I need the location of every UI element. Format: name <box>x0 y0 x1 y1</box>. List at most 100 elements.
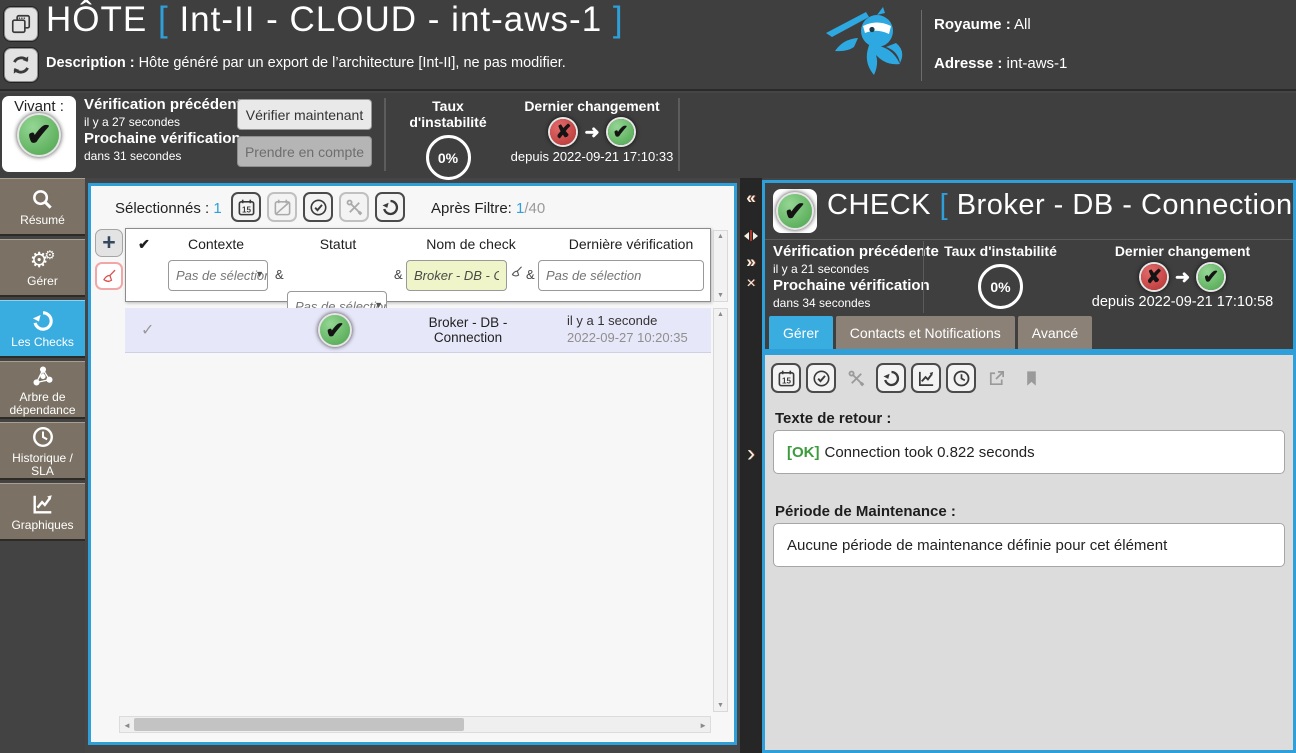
tab-avance[interactable]: Avancé <box>1018 316 1092 349</box>
unschedule-check-button[interactable] <box>267 192 297 222</box>
check-times: Vérification précédente il y a 21 second… <box>773 243 939 311</box>
acknowledge-button[interactable] <box>806 363 836 393</box>
shinken-ninja-logo <box>820 3 910 89</box>
scroll-up-icon[interactable]: ▲ <box>714 311 727 318</box>
check-actions-toolbar: 15 <box>771 363 1046 393</box>
acknowledge-checks-button[interactable] <box>303 192 333 222</box>
transition-arrow-icon: ➜ <box>1175 267 1190 288</box>
refresh-icon <box>10 54 32 76</box>
panel-splitter[interactable]: « » × › <box>740 178 762 753</box>
retry-check-button[interactable] <box>876 363 906 393</box>
last-check-filter-input[interactable] <box>538 260 704 291</box>
status-divider <box>384 98 386 171</box>
instability-circle: 0% <box>426 135 471 180</box>
check-output-box: [OK] Connection took 0.822 seconds <box>773 430 1285 474</box>
divider <box>765 239 1293 240</box>
top-header: HÔTE [ Int-II - CLOUD - int-aws-1 ] Desc… <box>0 0 1296 91</box>
schedule-check-button[interactable]: 15 <box>771 363 801 393</box>
context-filter-select[interactable]: Pas de sélection ▼ <box>168 260 268 291</box>
retry-check-button[interactable] <box>375 192 405 222</box>
check-last-change: Dernier changement ✘ ➜ ✔ depuis 2022-09-… <box>1075 243 1290 310</box>
graph-button[interactable] <box>911 363 941 393</box>
divider <box>923 241 924 313</box>
ok-status-icon: ✔ <box>608 119 634 145</box>
sidebar-item-label: Arbre de dépendance <box>0 391 85 416</box>
close-icon[interactable]: × <box>740 275 762 293</box>
column-header-contexte: Contexte <box>188 236 244 252</box>
check-instability: Taux d'instabilité 0% <box>933 243 1068 309</box>
clock-icon <box>31 424 55 450</box>
selected-count: Sélectionnés : 1 <box>115 200 222 217</box>
detail-tabs: Gérer Contacts et Notifications Avancé <box>769 316 1092 349</box>
error-status-icon: ✘ <box>1141 264 1167 290</box>
sidebar-item-label: Les Checks <box>11 336 74 349</box>
resize-handle-icon[interactable] <box>740 230 762 241</box>
ok-status-icon: ✔ <box>19 115 59 155</box>
check-name-filter-input[interactable] <box>406 260 507 291</box>
sidebar-item-label: Graphiques <box>11 519 73 532</box>
collapse-right-icon[interactable]: » <box>740 252 762 272</box>
table-row-broker-db-connection[interactable]: ✓ ✔ Broker - DB - Connection il y a 1 se… <box>125 308 711 353</box>
filter-and-separator: & <box>394 267 403 282</box>
monitoring-app: HÔTE [ Int-II - CLOUD - int-aws-1 ] Desc… <box>0 0 1296 753</box>
history-button[interactable] <box>946 363 976 393</box>
check-status-box: ✔ <box>773 189 817 233</box>
sidebar-item-resume[interactable]: Résumé <box>0 178 85 236</box>
check-detail-title: CHECK [ Broker - DB - Connection ] <box>827 189 1296 222</box>
sidebar-item-graphiques[interactable]: Graphiques <box>0 483 85 541</box>
clone-window-button[interactable] <box>4 7 38 41</box>
sidebar-item-gerer[interactable]: ⚙⚙ Gérer <box>0 239 85 297</box>
collapse-left-icon[interactable]: « <box>740 188 762 208</box>
magnifier-icon <box>30 186 55 212</box>
horizontal-scrollbar[interactable]: ◄ ► <box>119 716 711 733</box>
sidebar-item-label: Résumé <box>20 214 65 227</box>
scroll-down-icon[interactable]: ▼ <box>714 292 727 299</box>
scroll-right-icon[interactable]: ► <box>699 721 707 730</box>
checks-table-header: ✔ Contexte Statut Nom de check Dernière … <box>125 228 711 302</box>
refresh-button[interactable] <box>4 48 38 82</box>
line-chart-icon <box>31 491 55 517</box>
host-status-bar: Vivant : ✔ Vérification précédente il y … <box>0 93 1296 178</box>
sidebar: Résumé ⚙⚙ Gérer Les Checks Arbr <box>0 178 85 753</box>
add-filter-button[interactable]: + <box>95 229 123 257</box>
last-check-cell: il y a 1 seconde 2022-09-27 10:20:35 <box>567 313 688 347</box>
checks-list-panel: Sélectionnés : 1 15 <box>88 183 737 745</box>
filter-and-separator: & <box>526 267 535 282</box>
output-text: Connection took 0.822 seconds <box>825 444 1035 461</box>
header-scrollbar[interactable]: ▲ ▼ <box>713 230 728 302</box>
bookmark-button[interactable] <box>1016 363 1046 393</box>
host-check-times: Vérification précédente il y a 27 second… <box>84 96 250 164</box>
tab-gerer[interactable]: Gérer <box>769 316 833 349</box>
maintenance-box: Aucune période de maintenance définie po… <box>773 523 1285 567</box>
header-divider <box>921 10 922 81</box>
clear-name-filter-icon[interactable] <box>510 265 524 296</box>
tools-button[interactable] <box>841 363 871 393</box>
acknowledge-button[interactable]: Prendre en compte <box>237 136 372 167</box>
external-link-button[interactable] <box>981 363 1011 393</box>
select-all-column-header[interactable]: ✔ <box>138 236 150 253</box>
row-selected-check-icon[interactable]: ✓ <box>141 320 154 340</box>
rows-scrollbar[interactable]: ▲ ▼ <box>713 308 728 712</box>
tab-contacts-et-notifications[interactable]: Contacts et Notifications <box>836 316 1015 349</box>
sidebar-item-les-checks[interactable]: Les Checks <box>0 300 85 358</box>
ok-status-icon: ✔ <box>778 194 812 228</box>
sidebar-item-arbre-de-dependance[interactable]: Arbre de dépendance <box>0 361 85 419</box>
sidebar-item-label: Historique / SLA <box>0 452 85 477</box>
column-header-statut: Statut <box>320 236 357 252</box>
schedule-check-button[interactable]: 15 <box>231 192 261 222</box>
scroll-down-icon[interactable]: ▼ <box>714 702 727 709</box>
sidebar-item-historique-sla[interactable]: Historique / SLA <box>0 422 85 480</box>
scroll-up-icon[interactable]: ▲ <box>714 233 727 240</box>
clear-filters-button[interactable] <box>95 262 123 290</box>
maintenance-label: Période de Maintenance : <box>775 503 956 520</box>
check-now-button[interactable]: Vérifier maintenant <box>237 99 372 130</box>
window-clone-icon <box>10 13 32 35</box>
checks-toolbar: 15 <box>231 192 405 222</box>
tools-button[interactable] <box>339 192 369 222</box>
chevron-right-icon[interactable]: › <box>740 440 762 468</box>
scroll-left-icon[interactable]: ◄ <box>123 721 131 730</box>
broom-icon <box>101 268 118 285</box>
scrollbar-thumb[interactable] <box>134 718 464 731</box>
ok-status-icon: ✔ <box>320 315 350 345</box>
column-header-nom-de-check: Nom de check <box>426 236 515 252</box>
